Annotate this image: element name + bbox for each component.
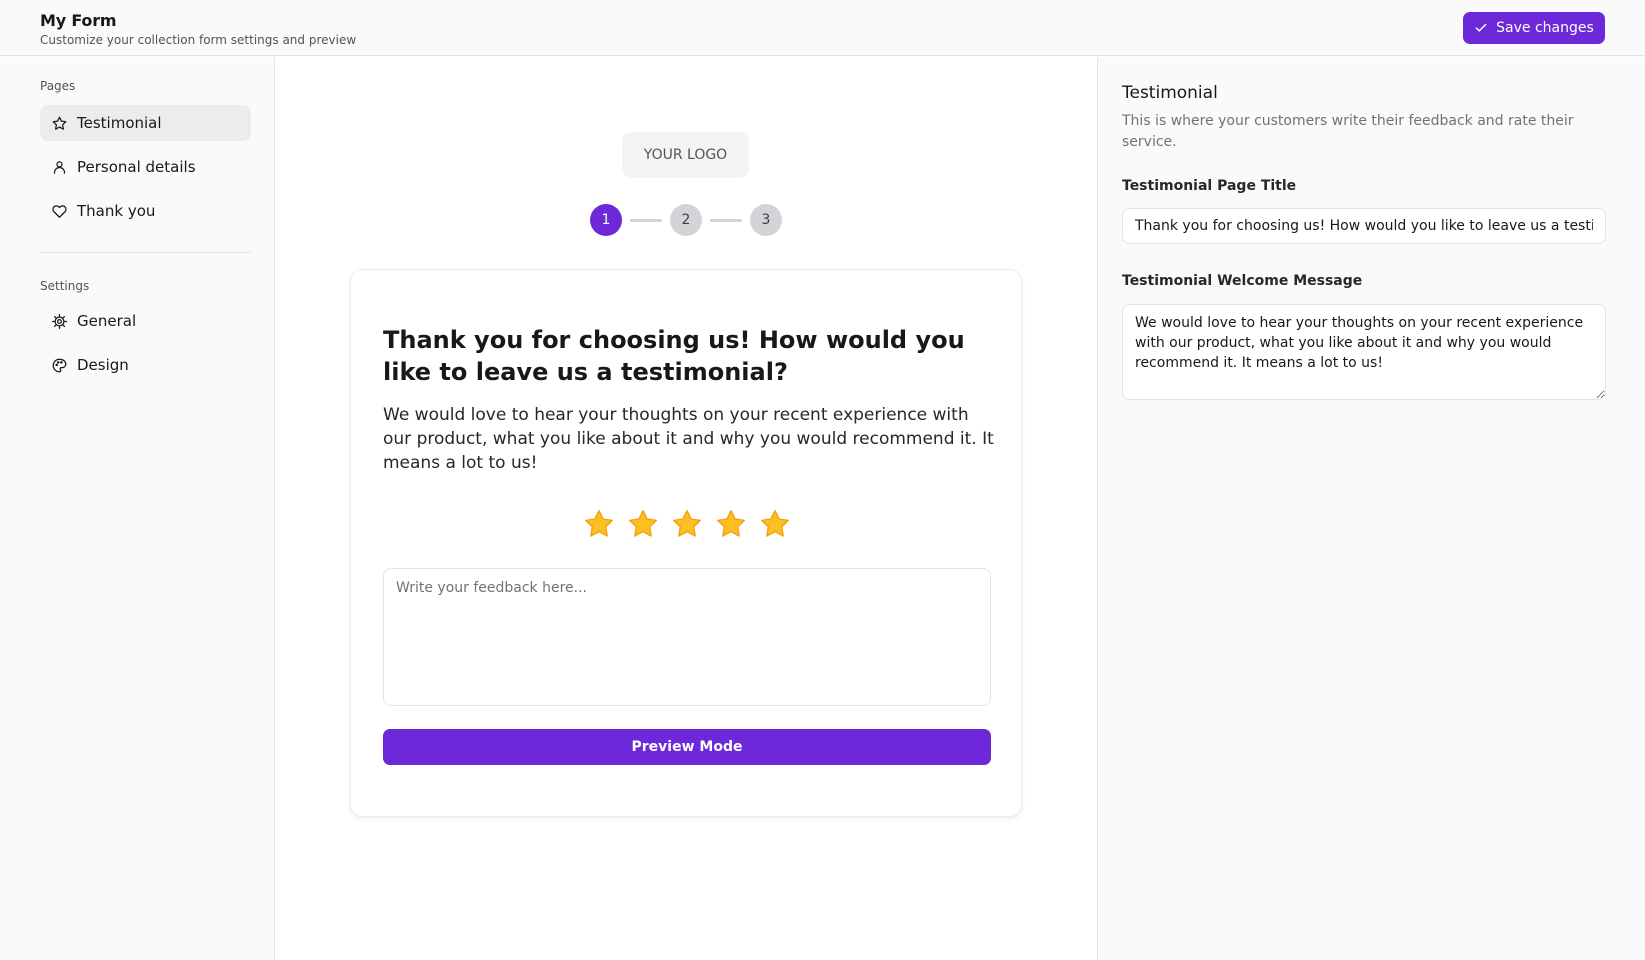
testimonial-card: Thank you for choosing us! How would you… xyxy=(350,269,1022,817)
panel-description: This is where your customers write their… xyxy=(1122,113,1574,150)
page-title-input[interactable] xyxy=(1122,208,1606,244)
sidebar-item-personal-details[interactable]: Personal details xyxy=(40,149,251,185)
sidebar-item-thank-you[interactable]: Thank you xyxy=(40,193,251,229)
star-rating xyxy=(351,508,1023,540)
sidebar-item-design[interactable]: Design xyxy=(40,347,251,383)
page-title-field-label: Testimonial Page Title xyxy=(1122,178,1297,194)
star-icon[interactable] xyxy=(715,508,747,540)
panel-title: Testimonial xyxy=(1122,83,1218,103)
save-changes-label: Save changes xyxy=(1496,20,1594,36)
user-icon xyxy=(53,160,66,174)
preview-mode-button[interactable]: Preview Mode xyxy=(383,729,991,765)
sidebar-item-general[interactable]: General xyxy=(40,303,251,339)
page-title: My Form xyxy=(40,11,117,30)
logo-placeholder: YOUR LOGO xyxy=(622,132,749,178)
sidebar-divider xyxy=(40,252,251,253)
sidebar-item-label: Design xyxy=(77,356,129,374)
step-3: 3 xyxy=(750,204,782,236)
sidebar-item-label: Testimonial xyxy=(77,114,162,132)
save-changes-button[interactable]: Save changes xyxy=(1463,12,1605,44)
feedback-textarea[interactable] xyxy=(383,568,991,706)
sidebar-item-testimonial[interactable]: Testimonial xyxy=(40,105,251,141)
step-1: 1 xyxy=(590,204,622,236)
palette-icon xyxy=(52,358,67,372)
step-connector xyxy=(630,219,662,222)
sidebar-item-label: Personal details xyxy=(77,158,196,176)
star-icon[interactable] xyxy=(583,508,615,540)
star-icon[interactable] xyxy=(759,508,791,540)
pages-section-label: Pages xyxy=(40,79,76,93)
gear-icon xyxy=(52,313,67,329)
settings-panel: Testimonial This is where your customers… xyxy=(1097,57,1645,960)
settings-section-label: Settings xyxy=(40,279,90,293)
page-subtitle: Customize your collection form settings … xyxy=(40,33,357,47)
sidebar: Pages Testimonial Personal details Thank… xyxy=(0,57,275,960)
testimonial-title: Thank you for choosing us! How would you… xyxy=(383,326,965,386)
star-icon[interactable] xyxy=(671,508,703,540)
form-preview: YOUR LOGO 1 2 3 Thank you for choosing u… xyxy=(276,57,1096,960)
check-icon xyxy=(1475,23,1487,32)
testimonial-message: We would love to hear your thoughts on y… xyxy=(383,405,994,473)
welcome-message-textarea[interactable]: We would love to hear your thoughts on y… xyxy=(1122,304,1606,400)
star-icon xyxy=(52,116,67,130)
step-2: 2 xyxy=(670,204,702,236)
welcome-message-field-label: Testimonial Welcome Message xyxy=(1122,273,1363,289)
heart-icon xyxy=(52,204,67,218)
sidebar-item-label: Thank you xyxy=(77,202,156,220)
star-icon[interactable] xyxy=(627,508,659,540)
sidebar-item-label: General xyxy=(77,312,137,330)
top-bar: My Form Customize your collection form s… xyxy=(0,0,1645,56)
step-connector xyxy=(710,219,742,222)
